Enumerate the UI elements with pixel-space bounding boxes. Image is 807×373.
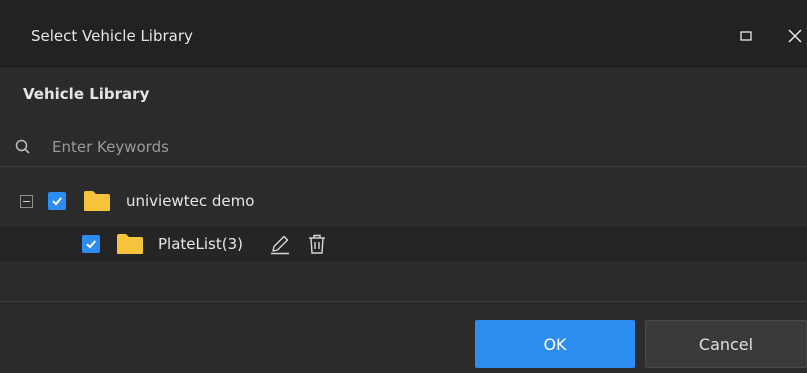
close-button[interactable] (785, 26, 805, 46)
dialog-footer: OK Cancel (0, 302, 807, 373)
collapse-toggle[interactable] (20, 195, 33, 208)
search-bar (0, 129, 807, 167)
platelist-checkbox[interactable] (82, 235, 100, 253)
close-icon (788, 29, 802, 43)
tree-node-label: univiewtec demo (126, 192, 255, 210)
search-input[interactable] (46, 135, 798, 159)
folder-icon (84, 191, 110, 211)
folder-icon (117, 234, 143, 254)
ok-button[interactable]: OK (475, 320, 635, 368)
checkmark-icon (86, 240, 96, 249)
dialog-titlebar: Select Vehicle Library (0, 0, 807, 67)
library-tree: univiewtec demo PlateList(3) (0, 167, 807, 302)
select-vehicle-library-dialog: Select Vehicle Library Vehicle Library E… (0, 0, 807, 373)
root-checkbox[interactable] (48, 192, 66, 210)
maximize-button[interactable] (736, 26, 756, 46)
checkmark-icon (52, 197, 62, 206)
edit-icon[interactable] (269, 233, 291, 255)
tree-node-root[interactable]: univiewtec demo (0, 184, 807, 218)
search-icon (15, 139, 30, 154)
tree-node-label: PlateList(3) (158, 235, 243, 253)
tree-node-platelist[interactable]: PlateList(3) (0, 227, 807, 261)
delete-icon[interactable] (306, 233, 328, 255)
maximize-icon (740, 31, 752, 41)
cancel-button[interactable]: Cancel (645, 320, 807, 368)
dialog-title: Select Vehicle Library (31, 27, 193, 45)
section-title: Vehicle Library (23, 85, 150, 103)
